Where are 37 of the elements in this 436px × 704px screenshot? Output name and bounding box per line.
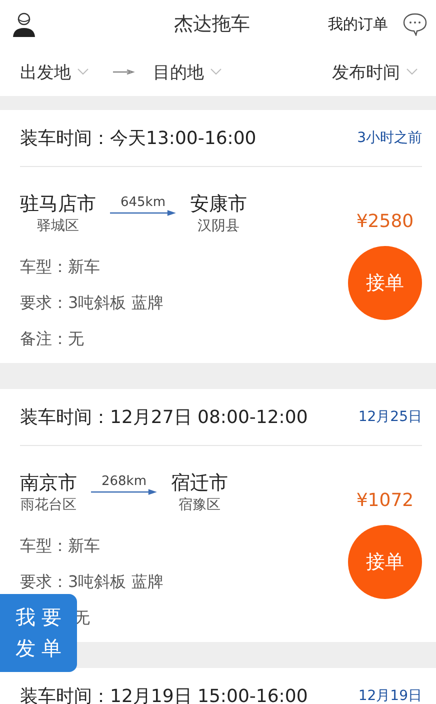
destination-city: 宿迁市 bbox=[171, 471, 228, 496]
detail-text: 车型：新车 bbox=[20, 535, 101, 557]
app-title: 杰达拖车 bbox=[173, 12, 251, 37]
filter-dropdown[interactable]: 出发地 bbox=[20, 60, 89, 84]
origin-district: 雨花台区 bbox=[20, 496, 76, 514]
detail-text: 要求：3吨斜板 蓝牌 bbox=[20, 571, 164, 593]
load-time: 装车时间：12月19日 15:00-16:00 bbox=[20, 685, 308, 704]
filter-dropdown[interactable]: 目的地 bbox=[153, 60, 222, 84]
posted-time: 12月19日 bbox=[358, 687, 422, 704]
my-orders-link[interactable]: 我的订单 bbox=[328, 14, 388, 34]
filter-dropdown[interactable]: 发布时间 bbox=[332, 60, 418, 84]
chevron-down-icon bbox=[77, 68, 89, 76]
arrow-icon bbox=[113, 69, 135, 75]
origin-district: 驿城区 bbox=[37, 217, 79, 235]
price: ¥1072 bbox=[356, 490, 414, 511]
detail-text: 要求：3吨斜板 蓝牌 bbox=[20, 292, 164, 314]
chat-icon[interactable] bbox=[402, 12, 428, 36]
detail-text: 备注：无 bbox=[20, 328, 85, 350]
chevron-down-icon bbox=[406, 68, 418, 76]
posted-time: 12月25日 bbox=[358, 408, 422, 426]
route-arrow-icon bbox=[91, 489, 157, 495]
post-order-button[interactable]: 我 要 发 单 bbox=[0, 594, 77, 672]
route-arrow-icon bbox=[110, 210, 176, 216]
origin-city: 南京市 bbox=[20, 471, 77, 496]
detail-text: 车型：新车 bbox=[20, 256, 101, 278]
price: ¥2580 bbox=[356, 211, 414, 232]
load-time: 装车时间：12月27日 08:00-12:00 bbox=[20, 406, 308, 429]
destination-district: 汉阴县 bbox=[198, 217, 240, 235]
origin-city: 驻马店市 bbox=[20, 192, 96, 217]
chevron-down-icon bbox=[210, 68, 222, 76]
destination-district: 宿豫区 bbox=[178, 496, 220, 514]
user-icon[interactable] bbox=[12, 11, 36, 37]
distance-label: 645km bbox=[120, 195, 166, 210]
destination-city: 安康市 bbox=[190, 192, 247, 217]
posted-time: 3小时之前 bbox=[357, 129, 422, 147]
distance-label: 268km bbox=[101, 474, 146, 489]
load-time: 装车时间：今天13:00-16:00 bbox=[20, 127, 256, 150]
